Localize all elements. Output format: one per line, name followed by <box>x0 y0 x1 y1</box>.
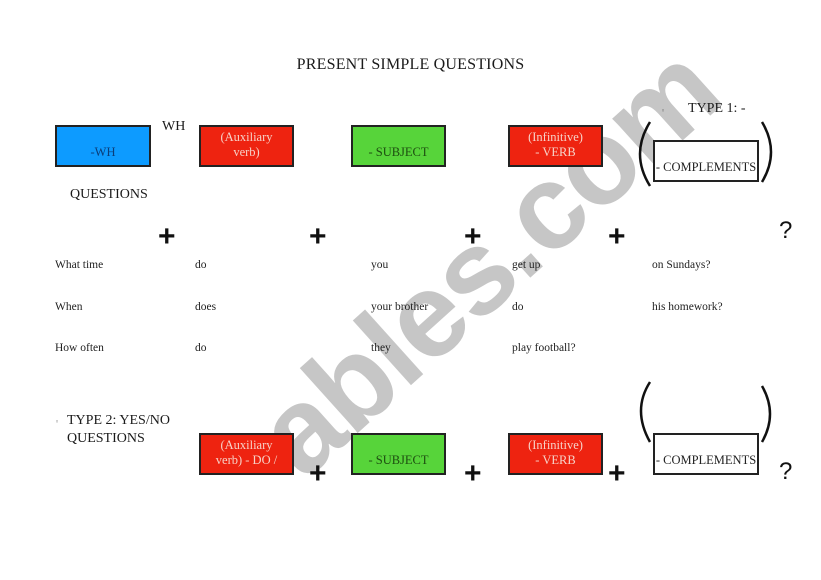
example-verb: get up <box>512 259 541 271</box>
auxiliary-line2: verb) - DO / <box>215 453 278 467</box>
type1-heading: TYPE 1: - <box>688 101 746 116</box>
plus-icon: + <box>158 220 176 253</box>
verb-line2: - VERB <box>535 453 576 467</box>
subject-box-text: - SUBJECT <box>368 145 429 159</box>
plus-icon: + <box>464 220 482 253</box>
right-parenthesis-icon <box>760 121 773 183</box>
example-complements: on Sundays? <box>652 259 711 271</box>
left-parenthesis-icon <box>639 381 652 443</box>
example-wh: When <box>55 301 83 313</box>
example-verb: do <box>512 301 524 313</box>
verb-line2: - VERB <box>535 145 576 159</box>
page-title: PRESENT SIMPLE QUESTIONS <box>296 56 525 73</box>
plus-icon: + <box>309 457 327 490</box>
example-verb: play football? <box>512 342 576 354</box>
plus-icon: + <box>464 457 482 490</box>
wh-box: -WH <box>55 125 151 167</box>
auxiliary-line1: (Auxiliary <box>220 438 273 452</box>
example-auxiliary: does <box>195 301 217 313</box>
auxiliary-line2: verb) <box>233 145 260 159</box>
type2-heading-line2: QUESTIONS <box>67 431 145 446</box>
auxiliary-line1: (Auxiliary <box>220 130 273 144</box>
wh-label: WH <box>162 119 186 134</box>
verb-line1: (Infinitive) <box>528 438 583 452</box>
complements-box-text: - COMPLEMENTS <box>655 160 757 174</box>
verb-line1: (Infinitive) <box>528 130 583 144</box>
infinitive-verb-box: (Infinitive) - VERB <box>508 125 603 167</box>
subject-box: - SUBJECT <box>351 125 446 167</box>
example-auxiliary: do <box>195 342 207 354</box>
example-auxiliary: do <box>195 259 207 271</box>
complements-box: - COMPLEMENTS <box>653 433 759 475</box>
example-complements: his homework? <box>652 301 723 313</box>
example-wh: How often <box>55 342 104 354</box>
auxiliary-verb-box: (Auxiliary verb) <box>199 125 294 167</box>
example-subject: they <box>371 342 391 354</box>
questions-label: QUESTIONS <box>70 187 148 202</box>
question-mark-icon: ? <box>779 217 793 244</box>
bullet-icon: ◦ <box>55 418 60 426</box>
complements-box-text: - COMPLEMENTS <box>655 453 757 467</box>
subject-box: - SUBJECT <box>351 433 446 475</box>
example-subject: you <box>371 259 389 271</box>
plus-icon: + <box>608 220 626 253</box>
left-parenthesis-icon <box>638 121 652 187</box>
type2-heading: TYPE 2: YES/NO QUESTIONS <box>67 412 170 448</box>
bullet-icon: ◦ <box>661 107 666 115</box>
wh-box-text: -WH <box>90 145 116 159</box>
question-mark-icon: ? <box>779 458 793 485</box>
infinitive-verb-box: (Infinitive) - VERB <box>508 433 603 475</box>
example-wh: What time <box>55 259 104 271</box>
subject-box-text: - SUBJECT <box>368 453 429 467</box>
auxiliary-do-box: (Auxiliary verb) - DO / <box>199 433 294 475</box>
complements-box: - COMPLEMENTS <box>653 140 759 182</box>
plus-icon: + <box>608 457 626 490</box>
type2-heading-line1: TYPE 2: YES/NO <box>67 413 170 428</box>
example-subject: your brother <box>371 301 429 313</box>
plus-icon: + <box>309 220 327 253</box>
right-parenthesis-icon <box>760 385 772 443</box>
